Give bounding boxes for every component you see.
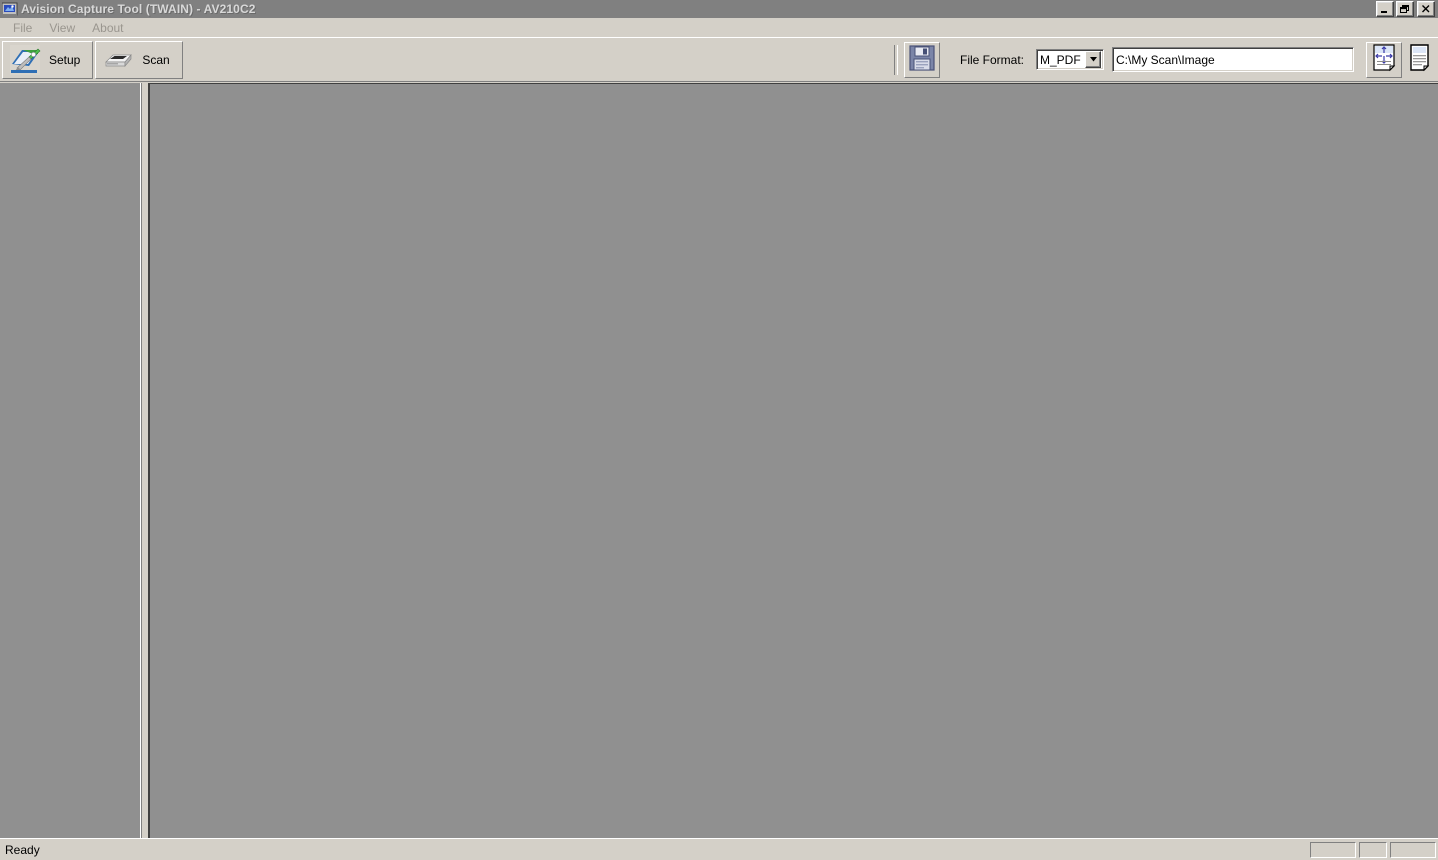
status-message: Ready	[5, 842, 40, 857]
restore-icon[interactable]	[1396, 1, 1414, 17]
actual-size-page-icon	[1407, 44, 1433, 75]
minimize-icon[interactable]	[1376, 1, 1394, 17]
window-controls	[1376, 1, 1437, 17]
scan-button-label: Scan	[142, 52, 170, 67]
menubar: File View About	[0, 18, 1438, 37]
menu-item-about[interactable]: About	[84, 19, 132, 37]
menu-item-view[interactable]: View	[41, 19, 84, 37]
file-format-select[interactable]: M_PDF	[1036, 49, 1104, 70]
statusbar: Ready	[0, 838, 1438, 860]
actual-size-button[interactable]	[1402, 41, 1438, 78]
flatbed-scanner-icon	[102, 44, 134, 76]
setup-button-label: Setup	[49, 52, 81, 67]
image-viewer-panel[interactable]	[149, 83, 1438, 838]
toolbar-separator	[893, 44, 898, 75]
client-area	[0, 82, 1438, 838]
status-pane-2	[1359, 841, 1387, 858]
status-pane-3	[1390, 841, 1436, 858]
status-pane-1	[1310, 841, 1356, 858]
scanner-setup-icon	[9, 44, 41, 76]
titlebar[interactable]: Avision Capture Tool (TWAIN) - AV210C2	[0, 0, 1438, 18]
save-button[interactable]	[903, 41, 940, 78]
thumbnail-panel[interactable]	[0, 83, 141, 838]
save-path-input[interactable]: C:\My Scan\Image	[1112, 47, 1354, 72]
toolbar: Setup Scan File Format: M_PDF C:\My Scan…	[0, 37, 1438, 83]
app-scanner-icon[interactable]	[1, 1, 18, 17]
file-format-value: M_PDF	[1040, 52, 1081, 67]
setup-button[interactable]: Setup	[2, 40, 94, 79]
file-format-label: File Format:	[959, 52, 1024, 67]
menu-item-file[interactable]: File	[5, 19, 41, 37]
window-title: Avision Capture Tool (TWAIN) - AV210C2	[21, 2, 256, 16]
close-icon[interactable]	[1417, 1, 1435, 17]
floppy-save-icon	[908, 44, 936, 75]
scan-button[interactable]: Scan	[95, 40, 183, 79]
fit-to-window-button[interactable]	[1366, 41, 1402, 78]
application-window: Avision Capture Tool (TWAIN) - AV210C2 F…	[0, 0, 1438, 860]
fit-to-window-icon	[1371, 44, 1397, 75]
panel-splitter[interactable]	[141, 83, 149, 838]
chevron-down-icon[interactable]	[1085, 51, 1101, 68]
